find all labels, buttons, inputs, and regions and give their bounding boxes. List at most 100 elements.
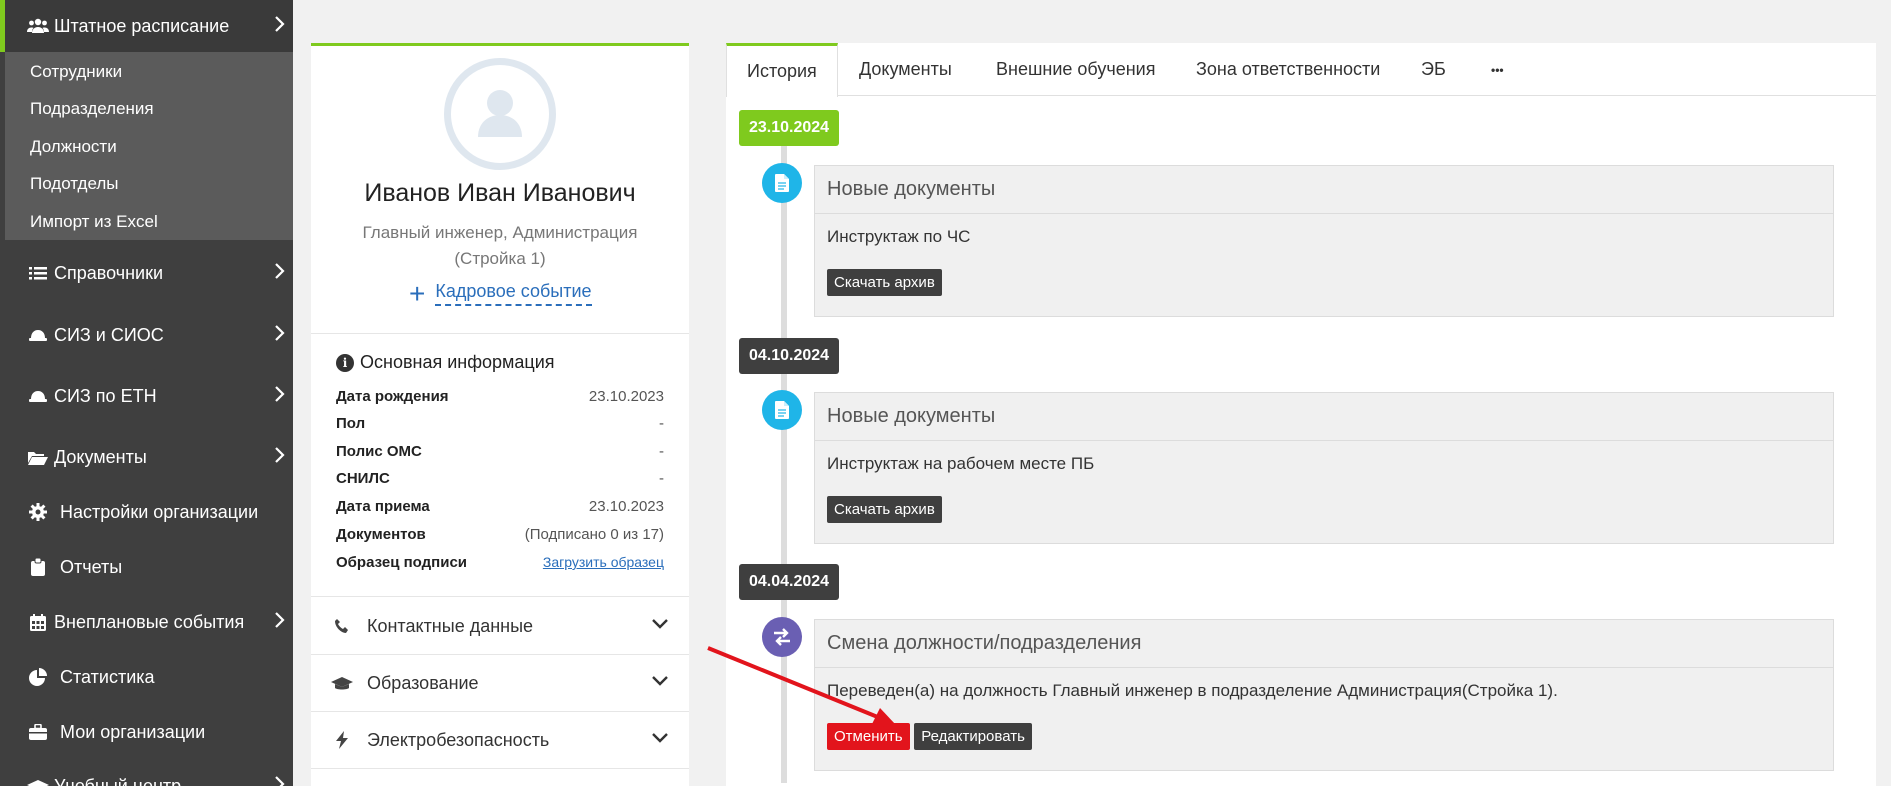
document-icon — [762, 390, 802, 430]
submenu-item-import-excel[interactable]: Импорт из Excel — [30, 212, 158, 232]
accordion-education[interactable]: Образование — [311, 655, 689, 711]
event-title: Новые документы — [815, 166, 1833, 214]
pie-chart-icon — [26, 668, 50, 686]
edit-button[interactable]: Редактировать — [914, 723, 1032, 750]
accordion-label: Электробезопасность — [367, 729, 550, 750]
event-title: Новые документы — [815, 393, 1833, 441]
graduation-cap-icon — [26, 779, 50, 786]
submenu-item-employees[interactable]: Сотрудники — [30, 62, 122, 82]
sidebar-item-statistics[interactable]: Статистика — [0, 651, 293, 703]
divider — [311, 333, 689, 334]
chevron-down-icon — [652, 733, 668, 743]
sidebar-item-label: Штатное расписание — [54, 15, 230, 36]
timeline-event: Новые документы Инструктаж по ЧС Скачать… — [814, 165, 1834, 317]
clipboard-icon — [26, 558, 50, 576]
users-icon — [26, 18, 50, 34]
download-archive-button[interactable]: Скачать архив — [827, 496, 942, 523]
chevron-down-icon — [652, 619, 668, 629]
info-key: Пол — [336, 415, 366, 432]
graduation-cap-icon — [331, 676, 353, 690]
hr-event-link[interactable]: + Кадровое событие — [409, 279, 592, 307]
timeline-event: Смена должности/подразделения Переведен(… — [814, 619, 1834, 771]
tab-external-training[interactable]: Внешние обучения — [996, 43, 1155, 96]
sidebar-submenu: Сотрудники Подразделения Должности Подот… — [5, 52, 293, 240]
submenu-item-positions[interactable]: Должности — [30, 137, 117, 157]
document-icon — [762, 163, 802, 203]
info-value: - — [659, 415, 664, 432]
info-value: - — [659, 443, 664, 460]
sidebar-item-siz-etn[interactable]: СИЗ по ЕТН — [0, 370, 293, 422]
info-key: Полис ОМС — [336, 443, 422, 460]
info-key: Дата приема — [336, 498, 430, 515]
bolt-icon — [331, 731, 353, 749]
chevron-right-icon — [275, 325, 285, 341]
chevron-right-icon — [275, 263, 285, 279]
info-key: СНИЛС — [336, 470, 390, 487]
download-archive-button[interactable]: Скачать архив — [827, 269, 942, 296]
sidebar-item-references[interactable]: Справочники — [0, 247, 293, 299]
divider — [311, 596, 689, 597]
helmet-icon — [26, 328, 50, 342]
list-icon — [26, 266, 50, 280]
folder-open-icon — [26, 450, 50, 465]
info-value: 23.10.2023 — [588, 498, 664, 515]
sidebar-item-label: Статистика — [60, 666, 155, 687]
info-key: Образец подписи — [336, 554, 468, 571]
sidebar-item-my-organizations[interactable]: Мои организации — [0, 706, 293, 758]
sidebar-item-unscheduled-events[interactable]: Внеплановые события — [0, 596, 293, 648]
timeline-event: Новые документы Инструктаж на рабочем ме… — [814, 392, 1834, 544]
event-text: Инструктаж по ЧС — [827, 227, 971, 246]
phone-icon — [331, 618, 353, 634]
chevron-right-icon — [275, 386, 285, 402]
accordion-electrical-safety[interactable]: Электробезопасность — [311, 712, 689, 768]
info-row-oms: Полис ОМС - — [336, 443, 664, 460]
timeline-date: 23.10.2024 — [739, 110, 839, 146]
info-row-hire-date: Дата приема 23.10.2023 — [336, 498, 664, 515]
sidebar-item-org-settings[interactable]: Настройки организации — [0, 486, 293, 538]
basic-info-label: Основная информация — [360, 352, 555, 372]
chevron-down-icon — [652, 676, 668, 686]
info-value: 23.10.2023 — [588, 388, 664, 405]
info-key: Документов — [336, 526, 426, 543]
tab-more[interactable]: ••• — [1491, 43, 1504, 96]
tab-documents[interactable]: Документы — [859, 43, 952, 96]
info-value: (Подписано 0 из 17) — [524, 526, 664, 543]
upload-signature-link[interactable]: Загрузить образец — [543, 554, 664, 571]
submenu-item-subdivisions[interactable]: Подотделы — [30, 174, 118, 194]
info-row-documents: Документов (Подписано 0 из 17) — [336, 526, 664, 543]
sidebar-item-staffing-row[interactable]: Штатное расписание — [0, 0, 293, 52]
sidebar-item-training-center[interactable]: Учебный центр — [0, 760, 293, 786]
tab-bar: История Документы Внешние обучения Зона … — [726, 43, 1876, 97]
accordion-contacts[interactable]: Контактные данные — [311, 598, 689, 654]
sidebar-item-label: Справочники — [54, 262, 164, 283]
hr-event-label[interactable]: Кадровое событие — [435, 281, 592, 306]
tab-responsibility-zone[interactable]: Зона ответственности — [1196, 43, 1380, 96]
event-text: Инструктаж на рабочем месте ПБ — [827, 454, 1095, 473]
sidebar-item-documents[interactable]: Документы — [0, 431, 293, 483]
user-icon — [478, 90, 522, 137]
submenu-item-departments[interactable]: Подразделения — [30, 99, 154, 119]
event-title: Смена должности/подразделения — [815, 620, 1833, 668]
sidebar-item-label: Внеплановые события — [54, 611, 245, 632]
helmet-icon — [26, 389, 50, 403]
sidebar-item-reports[interactable]: Отчеты — [0, 541, 293, 593]
sidebar: Штатное расписание Сотрудники Подразделе… — [0, 0, 293, 786]
accordion-label: Образование — [367, 672, 479, 693]
info-row-snils: СНИЛС - — [336, 470, 664, 487]
tab-eb[interactable]: ЭБ — [1421, 43, 1446, 96]
employee-position: Главный инженер, Администрация (Стройка … — [362, 223, 638, 268]
tab-history[interactable]: История — [726, 43, 838, 97]
sidebar-item-label: СИЗ и СИОС — [54, 324, 164, 345]
chevron-right-icon — [275, 776, 285, 786]
sidebar-item-label: Учебный центр — [54, 775, 182, 786]
chevron-right-icon — [275, 447, 285, 463]
timeline-date: 04.10.2024 — [739, 338, 839, 374]
info-row-birthdate: Дата рождения 23.10.2023 — [336, 388, 664, 405]
chevron-right-icon — [275, 16, 285, 32]
sidebar-item-label: Документы — [54, 446, 147, 467]
avatar — [444, 58, 556, 170]
event-text: Переведен(а) на должность Главный инжене… — [827, 681, 1558, 700]
sidebar-item-siz-sios[interactable]: СИЗ и СИОС — [0, 309, 293, 361]
info-row-signature: Образец подписи Загрузить образец — [336, 554, 664, 571]
employee-name: Иванов Иван Иванович — [364, 179, 636, 207]
